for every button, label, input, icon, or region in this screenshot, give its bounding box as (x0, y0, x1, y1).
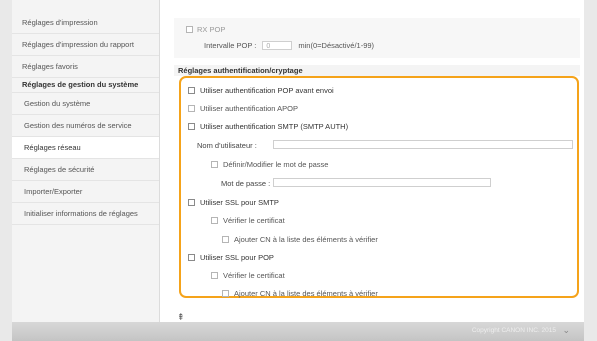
add-cn-pop-checkbox[interactable] (222, 290, 229, 297)
rx-pop-label: RX POP (197, 25, 226, 34)
sidebar: Réglages d'impression Réglages d'impress… (12, 0, 160, 322)
rx-pop-checkbox[interactable] (186, 26, 193, 33)
pop-before-send-row: Utiliser authentification POP avant envo… (188, 86, 334, 95)
set-password-label: Définir/Modifier le mot de passe (223, 160, 329, 169)
pop-interval-row: Intervalle POP : 0 min(0=Désactivé/1-99) (204, 41, 374, 50)
apop-label: Utiliser authentification APOP (200, 104, 298, 113)
sidebar-item-import-export[interactable]: Importer/Exporter (12, 181, 159, 203)
pop-interval-unit: min(0=Désactivé/1-99) (298, 41, 375, 50)
password-label: Mot de passe : (221, 179, 271, 188)
ssl-pop-label: Utiliser SSL pour POP (200, 253, 274, 262)
sidebar-item-system-management[interactable]: Gestion du système (12, 93, 159, 115)
sidebar-item-print-settings[interactable]: Réglages d'impression (12, 12, 159, 34)
apop-row: Utiliser authentification APOP (188, 104, 298, 113)
footer-bar: Copyright CANON INC. 2015 ⌄ (12, 322, 584, 341)
rx-pop-group: RX POP Intervalle POP : 0 min(0=Désactiv… (174, 18, 580, 58)
add-cn-smtp-label: Ajouter CN à la liste des éléments à vér… (234, 235, 378, 244)
main-panel: RX POP Intervalle POP : 0 min(0=Désactiv… (160, 0, 584, 322)
pop-before-send-label: Utiliser authentification POP avant envo… (200, 86, 334, 95)
verify-cert-smtp-row: Vérifier le certificat (211, 216, 285, 225)
set-password-checkbox[interactable] (211, 161, 218, 168)
username-input[interactable] (273, 140, 573, 149)
smtp-auth-row: Utiliser authentification SMTP (SMTP AUT… (188, 122, 348, 131)
smtp-auth-checkbox[interactable] (188, 123, 195, 130)
sidebar-section-system-management: Réglages de gestion du système (12, 78, 159, 93)
sidebar-item-service-numbers[interactable]: Gestion des numéros de service (12, 115, 159, 137)
pop-interval-label: Intervalle POP : (204, 41, 257, 50)
verify-cert-smtp-checkbox[interactable] (211, 217, 218, 224)
highlight-box: Utiliser authentification POP avant envo… (179, 76, 579, 298)
add-cn-smtp-row: Ajouter CN à la liste des éléments à vér… (222, 235, 378, 244)
ssl-smtp-label: Utiliser SSL pour SMTP (200, 198, 279, 207)
ssl-pop-row: Utiliser SSL pour POP (188, 253, 274, 262)
sidebar-item-security-settings[interactable]: Réglages de sécurité (12, 159, 159, 181)
rx-pop-row: RX POP (186, 25, 225, 34)
add-cn-smtp-checkbox[interactable] (222, 236, 229, 243)
verify-cert-pop-row: Vérifier le certificat (211, 271, 285, 280)
sidebar-item-report-print-settings[interactable]: Réglages d'impression du rapport (12, 34, 159, 56)
scroll-down-icon[interactable]: ⌄ (562, 325, 570, 336)
verify-cert-smtp-label: Vérifier le certificat (223, 216, 285, 225)
verify-cert-pop-checkbox[interactable] (211, 272, 218, 279)
add-cn-pop-row: Ajouter CN à la liste des éléments à vér… (222, 289, 378, 298)
smtp-auth-label: Utiliser authentification SMTP (SMTP AUT… (200, 122, 349, 131)
pop-interval-input[interactable]: 0 (262, 41, 293, 50)
ssl-smtp-checkbox[interactable] (188, 199, 195, 206)
set-password-row: Définir/Modifier le mot de passe (211, 160, 328, 169)
auth-section-header: Réglages authentification/cryptage (174, 65, 580, 76)
sidebar-item-network-settings[interactable]: Réglages réseau (12, 137, 159, 159)
password-input[interactable] (273, 178, 491, 187)
ssl-pop-checkbox[interactable] (188, 254, 195, 261)
username-label: Nom d'utilisateur : (197, 141, 257, 150)
verify-cert-pop-label: Vérifier le certificat (223, 271, 285, 280)
pop-before-send-checkbox[interactable] (188, 87, 195, 94)
copyright-text: Copyright CANON INC. 2015 (471, 327, 556, 334)
ssl-smtp-row: Utiliser SSL pour SMTP (188, 198, 279, 207)
sidebar-item-partial (12, 0, 159, 12)
add-cn-pop-label: Ajouter CN à la liste des éléments à vér… (234, 289, 378, 298)
sidebar-item-initialize-settings[interactable]: Initialiser informations de réglages (12, 203, 159, 225)
sidebar-item-favorite-settings[interactable]: Réglages favoris (12, 56, 159, 78)
apop-checkbox[interactable] (188, 105, 195, 112)
